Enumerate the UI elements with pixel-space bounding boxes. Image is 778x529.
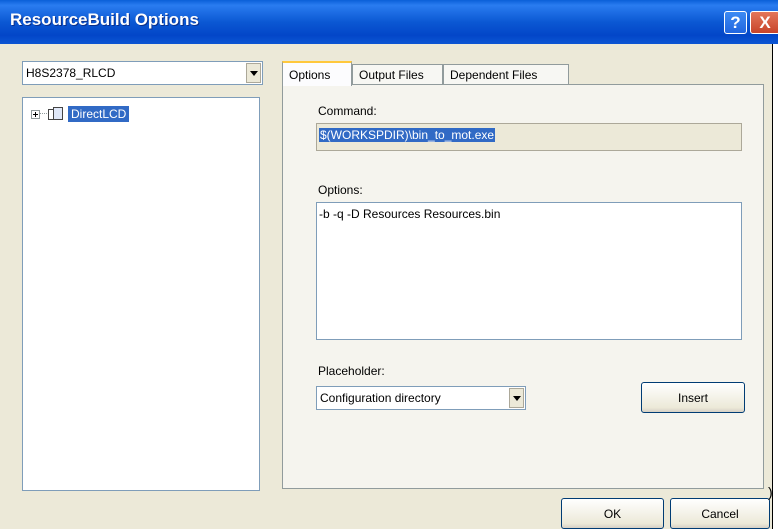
cancel-button[interactable]: Cancel [670, 498, 770, 529]
tree-connector [40, 113, 47, 115]
tree-node-label[interactable]: DirectLCD [68, 106, 130, 122]
tree-expand-icon[interactable] [31, 109, 40, 119]
options-label: Options: [318, 183, 363, 197]
command-value[interactable]: $(WORKSPDIR)\bin_to_mot.exe [319, 128, 496, 142]
window-title: ResourceBuild Options [10, 10, 199, 29]
insert-button[interactable]: Insert [641, 382, 745, 413]
tab-output-files[interactable]: Output Files [352, 64, 443, 85]
tab-options[interactable]: Options [282, 61, 352, 86]
chevron-down-icon [249, 70, 258, 76]
close-button[interactable]: X [750, 11, 778, 34]
project-tree[interactable]: DirectLCD [22, 97, 260, 491]
configuration-select-value: H8S2378_RLCD [26, 66, 116, 80]
placeholder-label: Placeholder: [318, 364, 385, 378]
chevron-down-icon [512, 395, 521, 401]
help-icon: ? [730, 12, 741, 32]
stray-text: ) [768, 484, 773, 500]
project-icon [48, 106, 64, 122]
options-textarea[interactable]: -b -q -D Resources Resources.bin [316, 202, 742, 340]
placeholder-dropdown-button[interactable] [509, 388, 524, 408]
tree-node-directlcd[interactable]: DirectLCD [31, 106, 130, 122]
configuration-dropdown-button[interactable] [246, 63, 261, 83]
command-field[interactable]: $(WORKSPDIR)\bin_to_mot.exe [316, 123, 742, 151]
command-label: Command: [318, 104, 377, 118]
close-icon: X [759, 12, 771, 32]
tab-dependent-files[interactable]: Dependent Files [443, 64, 569, 85]
placeholder-select-value: Configuration directory [320, 391, 441, 405]
window-right-edge [772, 44, 778, 529]
ok-button[interactable]: OK [561, 498, 664, 529]
help-button[interactable]: ? [724, 11, 747, 34]
configuration-select[interactable]: H8S2378_RLCD [22, 61, 263, 85]
placeholder-select[interactable]: Configuration directory [316, 386, 526, 410]
dialog-window: ResourceBuild Options ? X H8S2378_RLCD D… [0, 0, 778, 529]
title-bar[interactable]: ResourceBuild Options ? X [0, 0, 778, 44]
